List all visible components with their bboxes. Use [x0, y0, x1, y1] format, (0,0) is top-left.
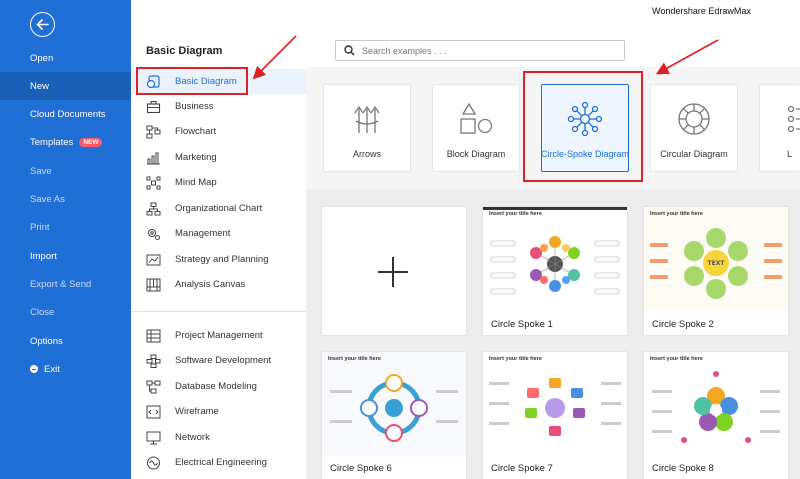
bar-chart-icon: [145, 151, 161, 165]
template-circle-spoke-7[interactable]: Insert your title here Circle Spoke 7: [482, 351, 628, 479]
block-diagram-icon: [458, 101, 494, 137]
flowchart-icon: [145, 125, 161, 139]
category-divider: [131, 311, 306, 312]
category-project-management[interactable]: Project Management: [131, 323, 306, 348]
nav-options[interactable]: Options: [0, 327, 131, 355]
template-thumbnail: Insert your title here: [483, 207, 627, 311]
strategy-icon: [145, 253, 161, 267]
electrical-icon: [145, 456, 161, 470]
category-marketing[interactable]: Marketing: [131, 145, 306, 170]
type-arrows[interactable]: Arrows: [323, 84, 411, 172]
template-circle-spoke-2[interactable]: Insert your title here TEXT Circle Spoke…: [643, 206, 789, 336]
category-mind-map[interactable]: Mind Map: [131, 170, 306, 195]
category-wireframe[interactable]: Wireframe: [131, 399, 306, 424]
template-circle-spoke-1[interactable]: Insert your title here Circle Spoke 1: [482, 206, 628, 336]
network-icon: [145, 431, 161, 445]
category-analysis-canvas[interactable]: Analysis Canvas: [131, 272, 306, 297]
category-org-chart[interactable]: Organizational Chart: [131, 196, 306, 221]
nav-new[interactable]: New: [0, 72, 131, 100]
type-block-diagram[interactable]: Block Diagram: [432, 84, 520, 172]
nav-templates[interactable]: Templates NEW: [0, 128, 131, 156]
back-button[interactable]: [30, 12, 55, 37]
left-nav: Open New Cloud Documents Templates NEW Sa…: [0, 0, 131, 479]
briefcase-icon: [145, 100, 161, 114]
category-business[interactable]: Business: [131, 94, 306, 119]
circle-spoke-highlight: [523, 71, 643, 182]
org-chart-icon: [145, 202, 161, 216]
list-icon: [787, 101, 800, 137]
wireframe-icon: [145, 405, 161, 419]
exit-icon: [30, 365, 38, 373]
app-brand: Wondershare EdrawMax: [652, 6, 751, 16]
template-label: Circle Spoke 7: [491, 463, 553, 474]
nav-print[interactable]: Print: [0, 213, 131, 241]
category-electrical-engineering[interactable]: Electrical Engineering: [131, 450, 306, 475]
type-list[interactable]: L: [759, 84, 800, 172]
category-database-modeling[interactable]: Database Modeling: [131, 374, 306, 399]
template-label: Circle Spoke 8: [652, 463, 714, 474]
category-flowchart[interactable]: Flowchart: [131, 119, 306, 144]
nav-export-send[interactable]: Export & Send: [0, 270, 131, 298]
software-icon: [145, 354, 161, 368]
search-input[interactable]: Search examples . . .: [335, 40, 625, 61]
mind-map-icon: [145, 176, 161, 190]
project-icon: [145, 329, 161, 343]
arrows-icon: [349, 101, 385, 137]
circular-diagram-icon: [676, 101, 712, 137]
template-thumbnail: Insert your title here TEXT: [644, 207, 788, 311]
category-title: Basic Diagram: [146, 45, 223, 57]
category-management[interactable]: Management: [131, 221, 306, 246]
template-label: Circle Spoke 2: [652, 319, 714, 330]
plus-icon: [378, 257, 408, 287]
nav-import[interactable]: Import: [0, 242, 131, 270]
template-thumbnail: Insert your title here: [644, 352, 788, 456]
template-label: Circle Spoke 6: [330, 463, 392, 474]
type-circular-diagram[interactable]: Circular Diagram: [650, 84, 738, 172]
gear-icon: [145, 227, 161, 241]
template-thumbnail: Insert your title here: [322, 352, 466, 456]
nav-save[interactable]: Save: [0, 157, 131, 185]
basic-diagram-highlight: [136, 67, 248, 95]
canvas-icon: [145, 278, 161, 292]
search-icon: [344, 45, 355, 56]
database-icon: [145, 380, 161, 394]
new-badge: NEW: [79, 137, 103, 147]
arrow-left-icon: [36, 19, 49, 30]
category-strategy[interactable]: Strategy and Planning: [131, 247, 306, 272]
svg-text:TEXT: TEXT: [708, 260, 726, 267]
nav-exit[interactable]: Exit: [0, 355, 131, 383]
category-software-development[interactable]: Software Development: [131, 348, 306, 373]
nav-open[interactable]: Open: [0, 44, 131, 72]
category-network[interactable]: Network: [131, 425, 306, 450]
nav-close[interactable]: Close: [0, 298, 131, 326]
nav-save-as[interactable]: Save As: [0, 185, 131, 213]
search-placeholder: Search examples . . .: [362, 45, 447, 56]
template-thumbnail: Insert your title here: [483, 352, 627, 456]
template-circle-spoke-6[interactable]: Insert your title here Circle Spoke 6: [321, 351, 467, 479]
nav-cloud-documents[interactable]: Cloud Documents: [0, 100, 131, 128]
template-circle-spoke-8[interactable]: Insert your title here Circle Spoke 8: [643, 351, 789, 479]
template-label: Circle Spoke 1: [491, 319, 553, 330]
template-blank[interactable]: [321, 206, 467, 336]
